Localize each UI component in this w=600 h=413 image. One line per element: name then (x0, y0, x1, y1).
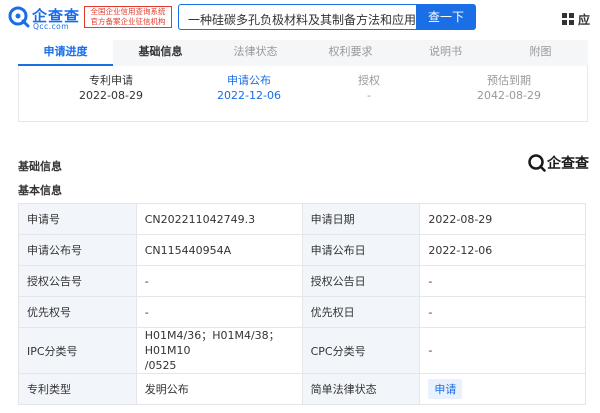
field-value: - (419, 327, 586, 374)
timeline-label: 预估到期 (487, 74, 531, 87)
field-value: 2022-12-06 (419, 234, 586, 266)
field-value: - (135, 265, 303, 297)
timeline-label: 专利申请 (89, 74, 133, 87)
sub-title: 基本信息 (18, 184, 62, 197)
basic-info-table: 申请号 CN202211042749.3 申请日期 2022-08-29 申请公… (18, 203, 586, 405)
qcc-logo-icon (8, 6, 30, 28)
timeline-date: 2042-08-29 (477, 89, 541, 102)
qcc-logo[interactable]: 企查查 Qcc.com (8, 5, 84, 33)
tab-claims[interactable]: 权利要求 (303, 40, 398, 66)
tab-drawings[interactable]: 附图 (493, 40, 588, 66)
timeline-label: 申请公布 (227, 74, 271, 87)
field-label: IPC分类号 (18, 327, 137, 374)
field-value: 申请 (419, 373, 586, 405)
tab-basic-info[interactable]: 基础信息 (113, 40, 208, 66)
field-label: 申请号 (18, 203, 137, 235)
timeline-step-apply: 专利申请 2022-08-29 (51, 72, 171, 102)
tab-description[interactable]: 说明书 (398, 40, 493, 66)
ipc-line-1: H01M4/36；H01M4/38；H01M10 (144, 329, 280, 357)
field-value: 发明公布 (135, 373, 303, 405)
timeline-step-expiry: 预估到期 2042-08-29 (449, 72, 569, 102)
field-value: - (135, 296, 303, 328)
search-input[interactable]: 一种硅碳多孔负极材料及其制备方法和应用 (178, 4, 416, 30)
top-bar: 企查查 Qcc.com 全国企业信用查询系统 官方备案企业征信机构 一种硅碳多孔… (0, 0, 600, 36)
tab-legal-status[interactable]: 法律状态 (208, 40, 303, 66)
field-label: 申请日期 (301, 203, 421, 235)
field-value: - (419, 265, 586, 297)
field-label: CPC分类号 (301, 327, 421, 374)
tab-bar: 申请进度 基础信息 法律状态 权利要求 说明书 附图 (18, 40, 588, 66)
badge-line-1: 全国企业信用查询系统 (90, 7, 166, 16)
credit-badge: 全国企业信用查询系统 官方备案企业征信机构 (84, 6, 172, 28)
app-grid-icon[interactable] (562, 13, 574, 25)
logo-subtext: Qcc.com (33, 22, 70, 31)
search-button[interactable]: 查一下 (416, 4, 476, 30)
timeline-date: - (367, 89, 371, 102)
table-row: 专利类型 发明公布 简单法律状态 申请 (18, 373, 586, 405)
brand-logo: 企查查 (528, 153, 590, 175)
timeline-label: 授权 (358, 74, 380, 87)
field-label: 授权公告日 (301, 265, 421, 297)
field-label: 简单法律状态 (301, 373, 421, 405)
field-value: H01M4/36；H01M4/38；H01M10 /0525 (135, 327, 303, 374)
field-value: CN115440954A (135, 234, 303, 266)
timeline-step-publish: 申请公布 2022-12-06 (189, 72, 309, 102)
field-label: 申请公布号 (18, 234, 137, 266)
brand-logo-text: 企查查 (547, 156, 589, 172)
tab-progress[interactable]: 申请进度 (18, 40, 113, 66)
field-label: 专利类型 (18, 373, 137, 405)
field-value: 2022-08-29 (419, 203, 586, 235)
table-row: 申请号 CN202211042749.3 申请日期 2022-08-29 (18, 203, 586, 235)
application-timeline: 专利申请 2022-08-29 申请公布 2022-12-06 授权 - 预估到… (18, 66, 588, 122)
qcc-logo-icon (528, 154, 546, 172)
section-title: 基础信息 (18, 160, 62, 173)
field-label: 申请公布日 (301, 234, 421, 266)
field-label: 优先权日 (301, 296, 421, 328)
field-value: CN202211042749.3 (135, 203, 303, 235)
badge-line-2: 官方备案企业征信机构 (90, 17, 166, 26)
app-label[interactable]: 应 (578, 11, 590, 28)
timeline-step-grant: 授权 - (309, 72, 429, 102)
field-value: - (419, 296, 586, 328)
table-row: IPC分类号 H01M4/36；H01M4/38；H01M10 /0525 CP… (18, 327, 586, 374)
field-label: 优先权号 (18, 296, 137, 328)
timeline-date: 2022-12-06 (217, 89, 281, 102)
field-label: 授权公告号 (18, 265, 137, 297)
table-row: 授权公告号 - 授权公告日 - (18, 265, 586, 297)
table-row: 申请公布号 CN115440954A 申请公布日 2022-12-06 (18, 234, 586, 266)
table-row: 优先权号 - 优先权日 - (18, 296, 586, 328)
timeline-date: 2022-08-29 (79, 89, 143, 102)
ipc-line-2: /0525 (144, 359, 177, 372)
status-badge: 申请 (428, 379, 463, 399)
